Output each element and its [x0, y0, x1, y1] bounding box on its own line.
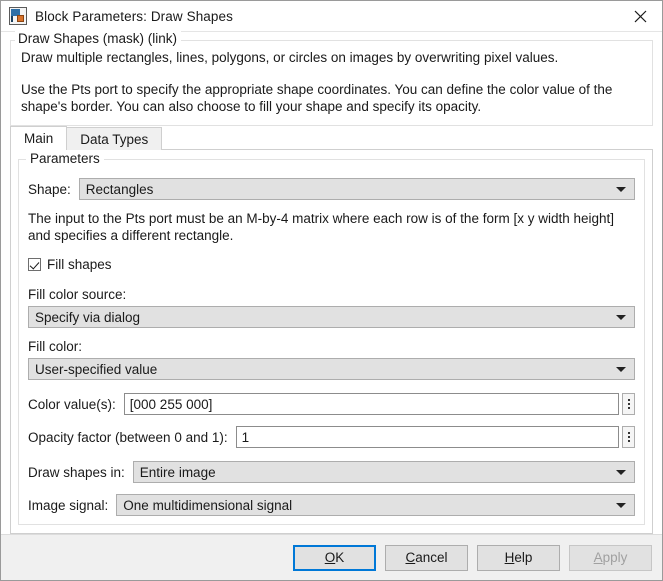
apply-button: Apply — [569, 544, 652, 571]
cancel-button-mnemonic: C — [405, 550, 416, 565]
draw-shapes-in-select[interactable]: Entire image — [132, 461, 635, 483]
tab-data-types[interactable]: Data Types — [66, 127, 163, 150]
shape-label: Shape: — [28, 181, 71, 197]
opacity-factor-more-icon[interactable] — [622, 426, 635, 448]
draw-shapes-in-label: Draw shapes in: — [28, 464, 125, 480]
tab-main[interactable]: Main — [10, 126, 68, 150]
description-legend: Draw Shapes (mask) (link) — [15, 31, 182, 46]
ok-button-mnemonic: O — [324, 550, 336, 565]
fill-color-source-label: Fill color source: — [28, 287, 127, 302]
opacity-factor-input[interactable]: 1 — [235, 426, 619, 448]
fill-color-value: User-specified value — [35, 361, 158, 377]
cancel-button[interactable]: Cancel — [385, 544, 468, 571]
block-parameters-dialog: Block Parameters: Draw Shapes Draw Shape… — [0, 0, 663, 581]
dialog-footer: OK Cancel Help Apply — [1, 534, 662, 580]
description-paragraph-1: Draw multiple rectangles, lines, polygon… — [21, 50, 559, 65]
opacity-factor-input-value: 1 — [241, 429, 250, 445]
image-signal-value: One multidimensional signal — [123, 497, 293, 513]
shape-select-value: Rectangles — [85, 181, 154, 197]
fill-color-select[interactable]: User-specified value — [28, 358, 635, 380]
tab-strip: Main Data Types — [10, 126, 653, 150]
shape-select[interactable]: Rectangles — [78, 178, 635, 200]
cancel-button-label: ancel — [415, 550, 448, 565]
opacity-factor-label: Opacity factor (between 0 and 1): — [28, 429, 228, 445]
image-signal-select[interactable]: One multidimensional signal — [116, 494, 635, 516]
chevron-down-icon — [616, 503, 626, 508]
simulink-block-icon — [9, 7, 27, 25]
help-button-mnemonic: H — [504, 550, 515, 565]
draw-shapes-in-value: Entire image — [139, 464, 216, 480]
image-signal-label: Image signal: — [28, 497, 109, 513]
color-values-input[interactable]: [000 255 000] — [123, 393, 619, 415]
fill-shapes-row: Fill shapes — [28, 257, 635, 272]
color-values-more-icon[interactable] — [622, 393, 635, 415]
chevron-down-icon — [616, 470, 626, 475]
window-title: Block Parameters: Draw Shapes — [35, 8, 233, 24]
apply-button-label: pply — [602, 550, 628, 565]
tabs-area: Main Data Types Parameters Shape: Rectan… — [1, 126, 662, 534]
shape-row: Shape: Rectangles — [28, 178, 635, 200]
title-bar: Block Parameters: Draw Shapes — [1, 1, 662, 32]
fill-color-label: Fill color: — [28, 339, 83, 354]
parameters-legend: Parameters — [26, 151, 104, 166]
help-button-label: elp — [514, 550, 533, 565]
image-signal-row: Image signal: One multidimensional signa… — [28, 494, 635, 516]
opacity-factor-row: Opacity factor (between 0 and 1): 1 — [28, 426, 635, 448]
color-values-input-value: [000 255 000] — [129, 396, 213, 412]
fill-color-source-value: Specify via dialog — [35, 309, 141, 325]
apply-button-mnemonic: A — [593, 550, 603, 565]
shape-hint: The input to the Pts port must be an M-b… — [28, 211, 615, 243]
fill-shapes-label: Fill shapes — [47, 257, 112, 272]
chevron-down-icon — [616, 187, 626, 192]
ok-button-label: K — [335, 550, 345, 565]
fill-color-source-select[interactable]: Specify via dialog — [28, 306, 635, 328]
color-values-label: Color value(s): — [28, 396, 116, 412]
draw-shapes-in-row: Draw shapes in: Entire image — [28, 461, 635, 483]
description-groupbox: Draw Shapes (mask) (link) Draw multiple … — [10, 31, 653, 126]
tab-data-types-label: Data Types — [80, 131, 149, 147]
tab-main-label: Main — [24, 131, 54, 146]
ok-button[interactable]: OK — [293, 544, 376, 571]
description-section: Draw Shapes (mask) (link) Draw multiple … — [1, 31, 662, 126]
fill-shapes-checkbox[interactable] — [28, 258, 41, 271]
color-values-row: Color value(s): [000 255 000] — [28, 393, 635, 415]
close-icon[interactable] — [618, 1, 662, 31]
help-button[interactable]: Help — [477, 544, 560, 571]
chevron-down-icon — [616, 315, 626, 320]
chevron-down-icon — [616, 367, 626, 372]
description-paragraph-2: Use the Pts port to specify the appropri… — [21, 82, 613, 114]
tab-panel-main: Parameters Shape: Rectangles The input t… — [10, 149, 653, 534]
parameters-groupbox: Parameters Shape: Rectangles The input t… — [18, 151, 645, 525]
